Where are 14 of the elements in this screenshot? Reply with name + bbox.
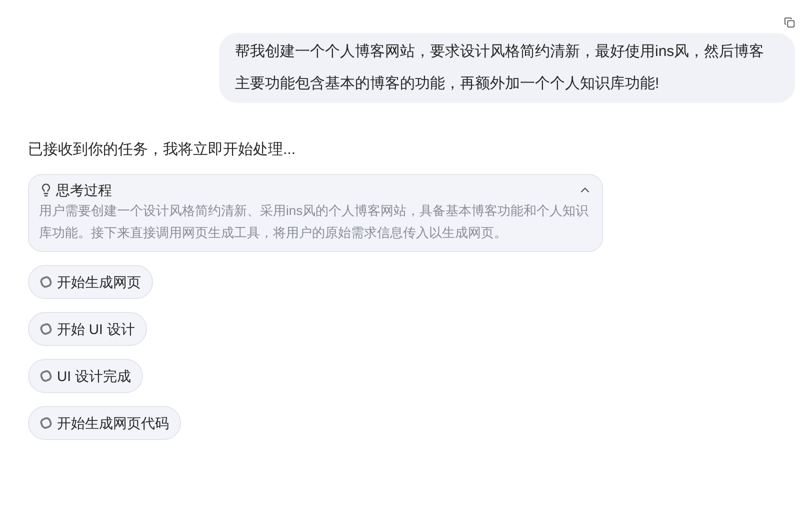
loading-icon: [40, 276, 52, 288]
loading-icon: [40, 370, 52, 382]
step-chip: 开始生成网页代码: [28, 406, 181, 440]
lightbulb-icon: [39, 183, 53, 197]
reply-text: 已接收到你的任务，我将立即开始处理...: [28, 140, 296, 160]
step-chip: 开始生成网页: [28, 265, 153, 299]
thinking-title: 思考过程: [56, 181, 112, 200]
step-chip: 开始 UI 设计: [28, 312, 147, 346]
loading-icon: [40, 323, 52, 335]
copy-icon[interactable]: [784, 17, 795, 28]
step-chip: UI 设计完成: [28, 359, 143, 393]
user-message: 帮我创建一个个人博客网站，要求设计风格简约清新，最好使用ins风，然后博客主要功能包含基本的博客的功能，再额外加一个个人知识库功能!: [219, 33, 795, 103]
loading-icon: [40, 417, 52, 429]
thinking-text: 用户需要创建一个设计风格简约清新、采用ins风的个人博客网站，具备基本博客功能和个人知识库功能。接下来直接调用网页生成工具，将用户的原始需求信息传入以生成网页。: [39, 202, 590, 242]
